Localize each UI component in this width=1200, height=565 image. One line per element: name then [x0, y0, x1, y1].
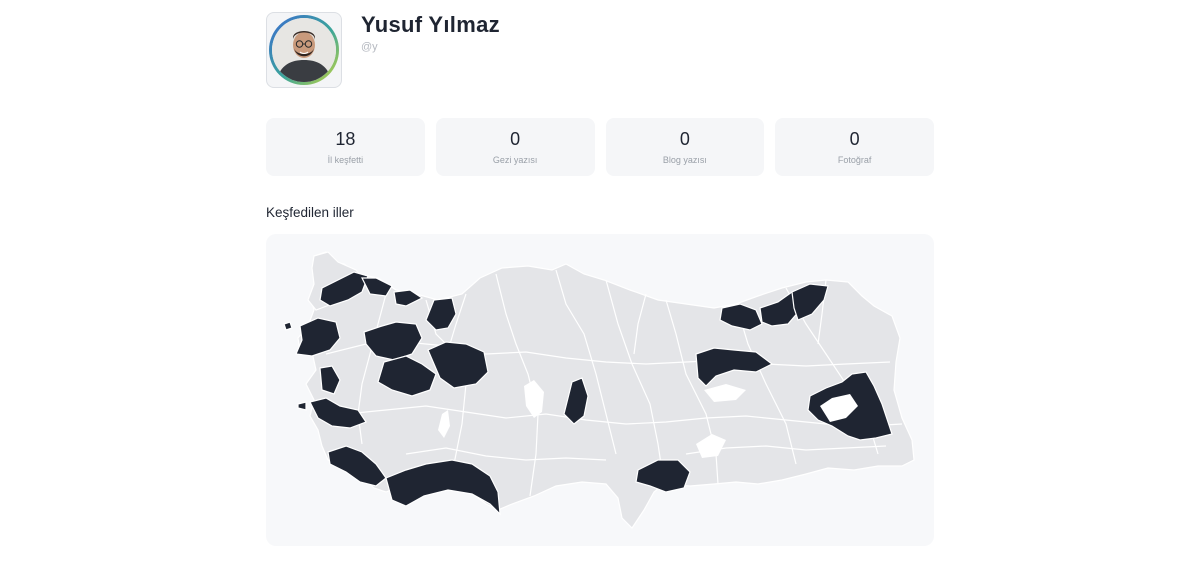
section-title: Keşfedilen iller: [266, 205, 354, 220]
avatar: [269, 15, 339, 85]
avatar-photo: [272, 18, 336, 82]
stat-label: İl keşfetti: [327, 155, 364, 165]
stat-label: Fotoğraf: [837, 155, 872, 165]
profile-name: Yusuf Yılmaz: [361, 12, 500, 37]
person-icon: [272, 18, 336, 82]
stat-card-trips[interactable]: 0 Gezi yazısı: [435, 118, 595, 176]
stat-value: 18: [335, 129, 356, 149]
stat-label: Blog yazısı: [662, 155, 707, 165]
stat-card-photos[interactable]: 0 Fotoğraf: [775, 118, 934, 176]
stat-card-provinces[interactable]: 18 İl keşfetti: [266, 118, 425, 176]
stat-label: Gezi yazısı: [492, 155, 538, 165]
stat-value: 0: [679, 129, 690, 149]
profile-handle: @y: [361, 41, 378, 53]
stats-row: 18 İl keşfetti 0 Gezi yazısı 0 Blog yazı…: [266, 118, 934, 176]
profile-page: Yusuf Yılmaz @y 18 İl keşfetti 0 Gezi ya…: [0, 0, 1200, 565]
profile-header: Yusuf Yılmaz @y: [266, 12, 934, 92]
province-gokceada: [283, 321, 293, 331]
turkey-map-card: [266, 234, 934, 546]
turkey-map: [283, 251, 915, 529]
stat-value: 0: [849, 129, 860, 149]
province-izmir-island: [297, 401, 307, 411]
stat-value: 0: [510, 129, 521, 149]
stat-card-blogs[interactable]: 0 Blog yazısı: [605, 118, 765, 176]
avatar-frame[interactable]: [266, 12, 342, 88]
